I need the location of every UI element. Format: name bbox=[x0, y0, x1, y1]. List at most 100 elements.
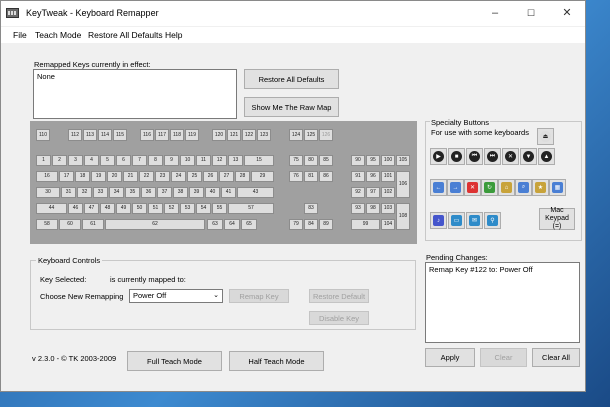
menu-restore-all-defaults[interactable]: Restore All Defaults bbox=[88, 30, 163, 40]
key-104[interactable]: 104 bbox=[381, 219, 395, 230]
stop-browser-button[interactable]: ✕ bbox=[464, 179, 481, 196]
key-99[interactable]: 99 bbox=[351, 219, 380, 230]
key-15[interactable]: 15 bbox=[244, 155, 274, 166]
clear-button[interactable]: Clear bbox=[480, 348, 527, 367]
search-key-button[interactable]: ⚲ bbox=[484, 212, 501, 229]
key-10[interactable]: 10 bbox=[180, 155, 195, 166]
key-62[interactable]: 62 bbox=[105, 219, 205, 230]
key-89[interactable]: 89 bbox=[319, 219, 333, 230]
remapping-select[interactable]: Power Off ⌄ bbox=[129, 289, 223, 303]
key-92[interactable]: 92 bbox=[351, 187, 365, 198]
menu-help[interactable]: Help bbox=[165, 30, 182, 40]
key-84[interactable]: 84 bbox=[304, 219, 318, 230]
mute-button[interactable]: ✕ bbox=[502, 148, 519, 165]
next-track-button[interactable]: ⏭ bbox=[484, 148, 501, 165]
key-34[interactable]: 34 bbox=[109, 187, 124, 198]
key-80[interactable]: 80 bbox=[304, 155, 318, 166]
key-85[interactable]: 85 bbox=[319, 155, 333, 166]
key-102[interactable]: 102 bbox=[381, 187, 395, 198]
key-1[interactable]: 1 bbox=[36, 155, 51, 166]
key-20[interactable]: 20 bbox=[107, 171, 122, 182]
key-100[interactable]: 100 bbox=[381, 155, 395, 166]
key-33[interactable]: 33 bbox=[93, 187, 108, 198]
key-118[interactable]: 118 bbox=[170, 129, 184, 141]
key-125[interactable]: 125 bbox=[304, 129, 318, 141]
key-122[interactable]: 122 bbox=[242, 129, 256, 141]
key-26[interactable]: 26 bbox=[203, 171, 218, 182]
key-64[interactable]: 64 bbox=[224, 219, 240, 230]
key-63[interactable]: 63 bbox=[207, 219, 223, 230]
key-115[interactable]: 115 bbox=[113, 129, 127, 141]
key-119[interactable]: 119 bbox=[185, 129, 199, 141]
key-35[interactable]: 35 bbox=[125, 187, 140, 198]
key-108[interactable]: 108 bbox=[396, 203, 410, 230]
key-110[interactable]: 110 bbox=[36, 129, 50, 141]
back-button[interactable]: ← bbox=[430, 179, 447, 196]
play-button[interactable]: ▶ bbox=[430, 148, 447, 165]
apply-button[interactable]: Apply bbox=[425, 348, 475, 367]
key-117[interactable]: 117 bbox=[155, 129, 169, 141]
key-28[interactable]: 28 bbox=[235, 171, 250, 182]
clear-all-button[interactable]: Clear All bbox=[532, 348, 580, 367]
half-teach-mode-button[interactable]: Half Teach Mode bbox=[229, 351, 324, 371]
key-7[interactable]: 7 bbox=[132, 155, 147, 166]
menu-file[interactable]: File bbox=[13, 30, 27, 40]
key-103[interactable]: 103 bbox=[381, 203, 395, 214]
key-116[interactable]: 116 bbox=[140, 129, 154, 141]
key-47[interactable]: 47 bbox=[84, 203, 99, 214]
key-40[interactable]: 40 bbox=[205, 187, 220, 198]
volume-down-button[interactable]: ▼ bbox=[520, 148, 537, 165]
minimize-button[interactable]: – bbox=[477, 1, 513, 26]
key-106[interactable]: 106 bbox=[396, 171, 410, 198]
key-97[interactable]: 97 bbox=[366, 187, 380, 198]
media-button[interactable]: ♪ bbox=[430, 212, 447, 229]
forward-button[interactable]: → bbox=[447, 179, 464, 196]
key-3[interactable]: 3 bbox=[68, 155, 83, 166]
key-58[interactable]: 58 bbox=[36, 219, 58, 230]
key-29[interactable]: 29 bbox=[251, 171, 274, 182]
key-112[interactable]: 112 bbox=[68, 129, 82, 141]
key-50[interactable]: 50 bbox=[132, 203, 147, 214]
volume-up-button[interactable]: ▲ bbox=[538, 148, 555, 165]
key-46[interactable]: 46 bbox=[68, 203, 83, 214]
key-55[interactable]: 55 bbox=[212, 203, 227, 214]
key-19[interactable]: 19 bbox=[91, 171, 106, 182]
key-27[interactable]: 27 bbox=[219, 171, 234, 182]
key-75[interactable]: 75 bbox=[289, 155, 303, 166]
close-button[interactable]: ✕ bbox=[549, 1, 585, 26]
eject-button[interactable]: ⏏ bbox=[537, 128, 554, 145]
key-2[interactable]: 2 bbox=[52, 155, 67, 166]
key-17[interactable]: 17 bbox=[59, 171, 74, 182]
key-81[interactable]: 81 bbox=[304, 171, 318, 182]
key-98[interactable]: 98 bbox=[366, 203, 380, 214]
key-121[interactable]: 121 bbox=[227, 129, 241, 141]
key-53[interactable]: 53 bbox=[180, 203, 195, 214]
key-12[interactable]: 12 bbox=[212, 155, 227, 166]
key-51[interactable]: 51 bbox=[148, 203, 163, 214]
key-30[interactable]: 30 bbox=[36, 187, 60, 198]
menu-teach-mode[interactable]: Teach Mode bbox=[35, 30, 81, 40]
key-48[interactable]: 48 bbox=[100, 203, 115, 214]
key-16[interactable]: 16 bbox=[36, 171, 58, 182]
search-button[interactable]: ⌕ bbox=[515, 179, 532, 196]
key-83[interactable]: 83 bbox=[304, 203, 318, 214]
stop-button[interactable]: ■ bbox=[448, 148, 465, 165]
refresh-button[interactable]: ↻ bbox=[481, 179, 498, 196]
key-25[interactable]: 25 bbox=[187, 171, 202, 182]
key-5[interactable]: 5 bbox=[100, 155, 115, 166]
key-8[interactable]: 8 bbox=[148, 155, 163, 166]
key-79[interactable]: 79 bbox=[289, 219, 303, 230]
key-41[interactable]: 41 bbox=[221, 187, 236, 198]
full-teach-mode-button[interactable]: Full Teach Mode bbox=[127, 351, 222, 371]
pending-changes-list[interactable]: Remap Key #122 to: Power Off bbox=[425, 262, 580, 343]
disable-key-button[interactable]: Disable Key bbox=[309, 311, 369, 325]
restore-all-defaults-button[interactable]: Restore All Defaults bbox=[244, 69, 339, 89]
key-6[interactable]: 6 bbox=[116, 155, 131, 166]
key-120[interactable]: 120 bbox=[212, 129, 226, 141]
key-11[interactable]: 11 bbox=[196, 155, 211, 166]
key-24[interactable]: 24 bbox=[171, 171, 186, 182]
show-raw-map-button[interactable]: Show Me The Raw Map bbox=[244, 97, 339, 117]
key-86[interactable]: 86 bbox=[319, 171, 333, 182]
home-button[interactable]: ⌂ bbox=[498, 179, 515, 196]
key-44[interactable]: 44 bbox=[36, 203, 67, 214]
